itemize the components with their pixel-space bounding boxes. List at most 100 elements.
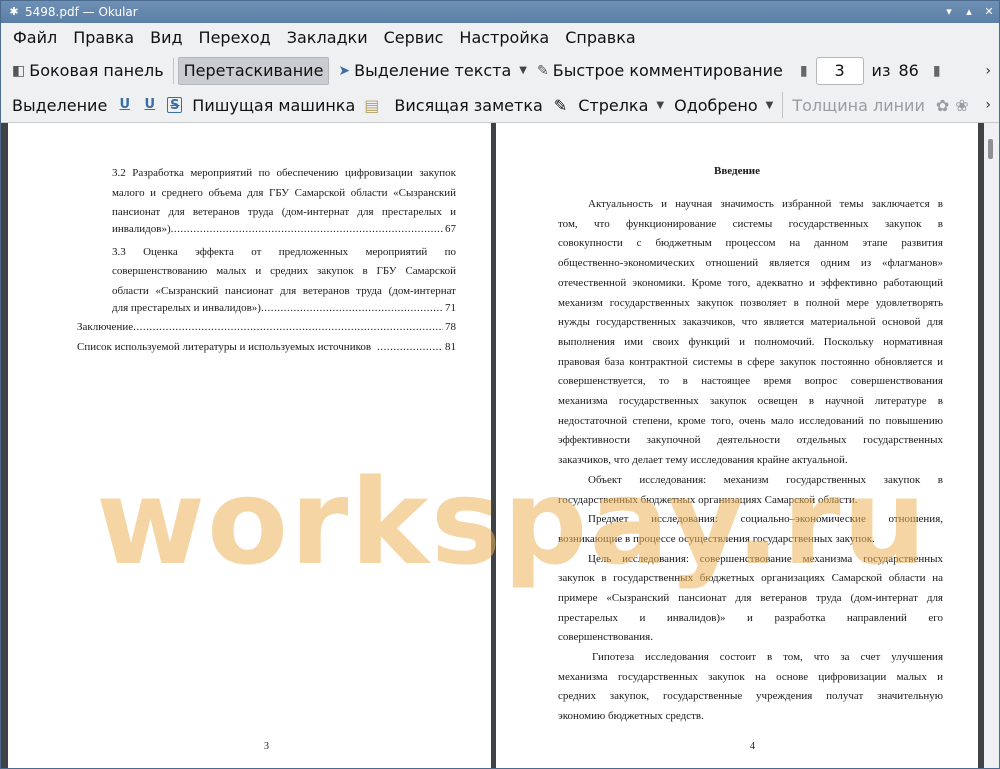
menu-bookmarks[interactable]: Закладки	[279, 25, 376, 51]
text-line: механизма государственных закупок освеще…	[558, 395, 943, 408]
scrollbar-thumb[interactable]	[988, 139, 993, 159]
text-line: закупок в государственных бюджетных орга…	[558, 572, 943, 585]
menu-go[interactable]: Переход	[191, 25, 279, 51]
text-line: престарелых и инвалидов)» и разработка н…	[558, 611, 943, 624]
page-number: 3	[264, 741, 269, 752]
close-icon[interactable]: ✕	[979, 3, 999, 21]
text-line: заказчиков, что делает тему исследования…	[558, 454, 848, 467]
strikeout-icon[interactable]: S	[167, 97, 183, 113]
toc-page-number: 71	[445, 301, 456, 314]
text-line: возникающие в процессе осуществления гос…	[558, 532, 875, 545]
text-line: Предмет исследования: социально–экономич…	[588, 513, 943, 526]
text-line: выполнения ими своих функций и полномочи…	[558, 335, 943, 348]
toc-entry-3-2-last: инвалидов») ............................…	[112, 223, 456, 243]
toc-leader: ........................................…	[133, 321, 443, 333]
toc-page-number: 78	[445, 321, 456, 333]
toolbar-separator	[172, 57, 174, 84]
popup-note-label: Висящая заметка	[394, 95, 543, 115]
text-line: том, что функционирование системы госуда…	[558, 217, 943, 230]
highlight-label: Выделение	[12, 95, 108, 115]
stamp-label: Одобрено	[674, 95, 758, 115]
arrow-label: Стрелка	[578, 95, 649, 115]
menu-tools[interactable]: Сервис	[376, 25, 452, 51]
menu-edit[interactable]: Правка	[65, 25, 142, 51]
text-line: экономию бюджетных средств.	[558, 710, 704, 723]
toc-leader: ........................................…	[170, 223, 443, 235]
toc-entry-3-2-line-1: 3.2 Разработка мероприятий по обеспечени…	[112, 167, 456, 179]
toolbar-overflow-icon[interactable]: ›	[985, 97, 991, 113]
toc-entry-3-3-last: для престарелых и инвалидов») ..........…	[112, 302, 456, 322]
chevron-down-icon[interactable]: ▼	[656, 100, 664, 111]
paragraph-hypothesis: Гипотеза исследования состоит в том, что…	[558, 648, 943, 727]
menu-settings[interactable]: Настройка	[451, 25, 557, 51]
text-line: государственных бюджетных организациях С…	[558, 493, 858, 506]
text-line: средних закупок, государственные учрежде…	[558, 690, 943, 703]
typewriter-tool[interactable]: Пишущая машинка	[187, 91, 360, 119]
text-line: Гипотеза исследования состоит в том, что…	[592, 651, 943, 663]
text-line: общественно-экономических отношений явля…	[558, 257, 943, 270]
menu-bar: Файл Правка Вид Переход Закладки Сервис …	[1, 23, 999, 53]
maximize-icon[interactable]: ▴	[959, 3, 979, 21]
typewriter-label: Пишущая машинка	[192, 95, 356, 115]
text-line: совершенствуется, то в настоящее время в…	[558, 375, 943, 388]
text-line: механизм государственных закупок позволя…	[558, 296, 943, 309]
text-select-button[interactable]: ➤ Выделение текста ▼	[333, 57, 532, 85]
document-viewport[interactable]: 3.2 Разработка мероприятий по обеспечени…	[1, 123, 999, 768]
toc-entry-3-3-line-2: совершенствованию малых и средних закупо…	[112, 265, 456, 278]
page-of-label: из	[871, 61, 891, 80]
arrow-tool[interactable]: Стрелка ▼	[573, 91, 669, 119]
popup-note-tool[interactable]: Висящая заметка	[389, 91, 547, 119]
window-title: 5498.pdf — Okular	[25, 5, 138, 19]
menu-view[interactable]: Вид	[142, 25, 190, 51]
toc-leader: ..............................	[377, 341, 443, 353]
underline-icon[interactable]: U	[117, 97, 132, 113]
toc-leader: ........................................…	[260, 301, 443, 314]
page-total-label: 86	[898, 61, 919, 80]
line-width-label: Толщина линии	[792, 95, 925, 115]
font-color-icon[interactable]: ❀	[955, 96, 968, 115]
stamp-tool[interactable]: Одобрено ▼	[669, 91, 778, 119]
quick-comment-label: Быстрое комментирование	[552, 61, 783, 80]
toc-entry-3-2-line-2: малого и среднего объема для ГБУ Самарск…	[112, 186, 456, 199]
chevron-down-icon[interactable]: ▼	[766, 100, 774, 111]
page-down-icon[interactable]: ▮	[933, 63, 941, 79]
text-line: совокупности с бюджетным процессом на да…	[558, 237, 943, 250]
toc-entry-3-3-line-3: области «Сызранский пансионат для ветера…	[112, 285, 456, 297]
menu-help[interactable]: Справка	[557, 25, 644, 51]
squiggle-icon[interactable]: U	[142, 97, 157, 113]
sidebar-button[interactable]: ◧ Боковая панель	[7, 57, 169, 85]
chevron-down-icon[interactable]: ▼	[519, 65, 527, 76]
page-number-input[interactable]: 3	[815, 56, 864, 85]
highlight-tool[interactable]: Выделение	[7, 91, 112, 119]
sidebar-icon: ◧	[12, 62, 26, 79]
menu-file[interactable]: Файл	[5, 25, 65, 51]
arrow-tool-icon[interactable]: ✎	[554, 96, 567, 115]
sidebar-label: Боковая панель	[29, 61, 164, 80]
drag-mode-button[interactable]: Перетаскивание	[177, 56, 330, 85]
title-bar[interactable]: ✱ 5498.pdf — Okular ▾ ▴ ✕	[1, 1, 999, 23]
toc-entry-text: Список используемой литературы и использ…	[77, 341, 372, 353]
annotation-toolbar: Выделение U U S Пишущая машинка ▤ Висяща…	[1, 88, 999, 123]
minimize-icon[interactable]: ▾	[939, 3, 959, 21]
text-line: отечественной экономики. Кроме того, аде…	[558, 276, 943, 289]
text-line: правовая база контрактной системы в сфер…	[558, 355, 943, 368]
page-up-icon[interactable]: ▮	[800, 63, 808, 79]
quick-comment-button[interactable]: ✎ Быстрое комментирование	[532, 57, 788, 85]
toc-page-number: 67	[445, 223, 456, 235]
text-line: недостаточной степени, кроме того, очень…	[558, 414, 943, 427]
note-icon[interactable]: ▤	[364, 96, 379, 115]
paragraph-subject: Предмет исследования: социально–экономич…	[558, 510, 943, 549]
okular-window: ✱ 5498.pdf — Okular ▾ ▴ ✕ Файл Правка Ви…	[0, 0, 1000, 769]
text-line: примере «Сызранский пансионат для ветера…	[558, 592, 943, 604]
line-width-control[interactable]: Толщина линии	[787, 91, 930, 119]
drag-mode-label: Перетаскивание	[183, 61, 324, 80]
pdf-page-3: 3.2 Разработка мероприятий по обеспечени…	[8, 123, 491, 768]
okular-app-icon[interactable]: ✱	[7, 5, 21, 19]
color-icon[interactable]: ✿	[936, 96, 949, 115]
text-line: Объект исследования: механизм государств…	[588, 473, 943, 486]
toc-entry-text: для престарелых и инвалидов»)	[112, 301, 261, 314]
toolbar-overflow-icon[interactable]: ›	[985, 63, 991, 79]
vertical-scrollbar[interactable]	[984, 123, 999, 768]
main-toolbar: ◧ Боковая панель Перетаскивание ➤ Выделе…	[1, 53, 999, 88]
pdf-page-4: Введение Актуальность и научная значимос…	[496, 123, 978, 768]
